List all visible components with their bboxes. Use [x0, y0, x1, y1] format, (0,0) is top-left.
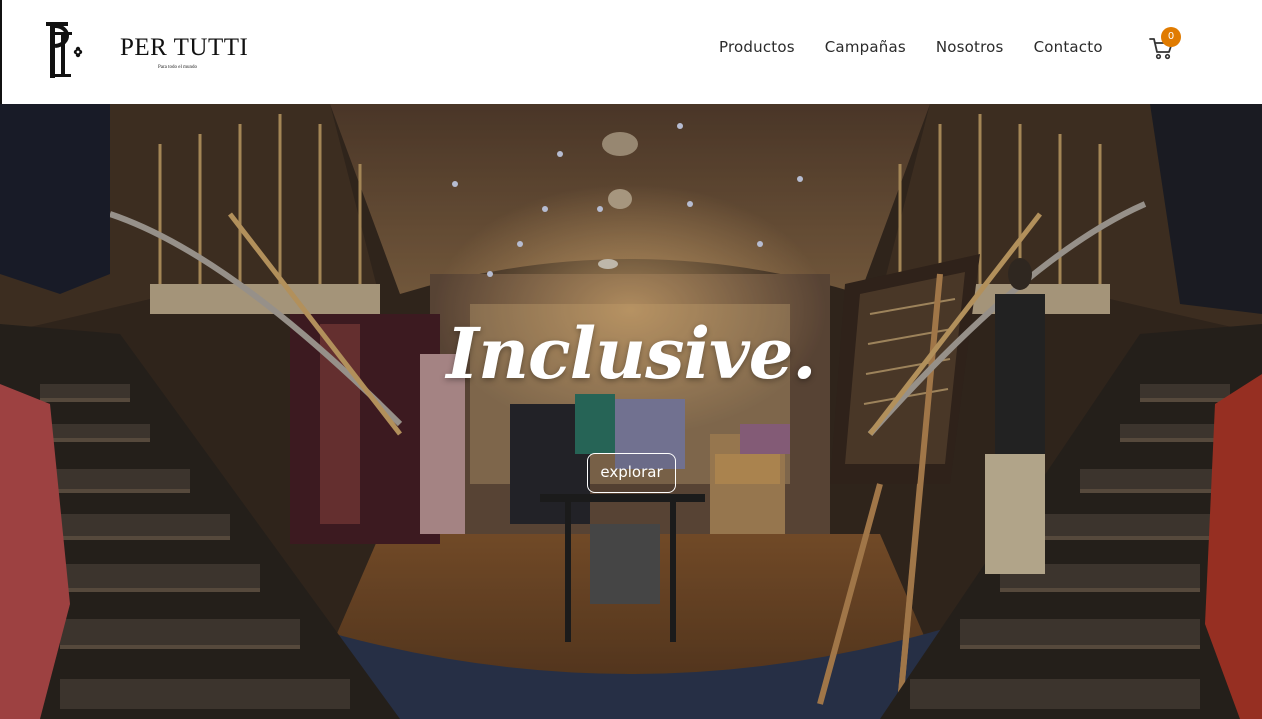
- nav-item-productos[interactable]: Productos: [719, 38, 795, 60]
- site-header: PER TUTTI Para todo el mundo Productos C…: [0, 0, 1262, 104]
- brand-logo[interactable]: PER TUTTI Para todo el mundo: [40, 18, 250, 82]
- hero-title: Inclusive.: [446, 312, 816, 395]
- pt-monogram-icon: [46, 22, 83, 78]
- hero-dark-overlay: [0, 104, 1262, 719]
- brand-name: PER TUTTI: [120, 34, 249, 61]
- cart-count-badge: 0: [1161, 27, 1181, 47]
- nav-item-contacto[interactable]: Contacto: [1034, 38, 1103, 60]
- hero-section: Inclusive. explorar: [0, 104, 1262, 719]
- nav-item-nosotros[interactable]: Nosotros: [936, 38, 1004, 60]
- nav-item-campanas[interactable]: Campañas: [825, 38, 906, 60]
- explore-button[interactable]: explorar: [587, 453, 676, 493]
- brand-tagline: Para todo el mundo: [158, 65, 198, 70]
- main-nav: Productos Campañas Nosotros Contacto: [719, 38, 1103, 60]
